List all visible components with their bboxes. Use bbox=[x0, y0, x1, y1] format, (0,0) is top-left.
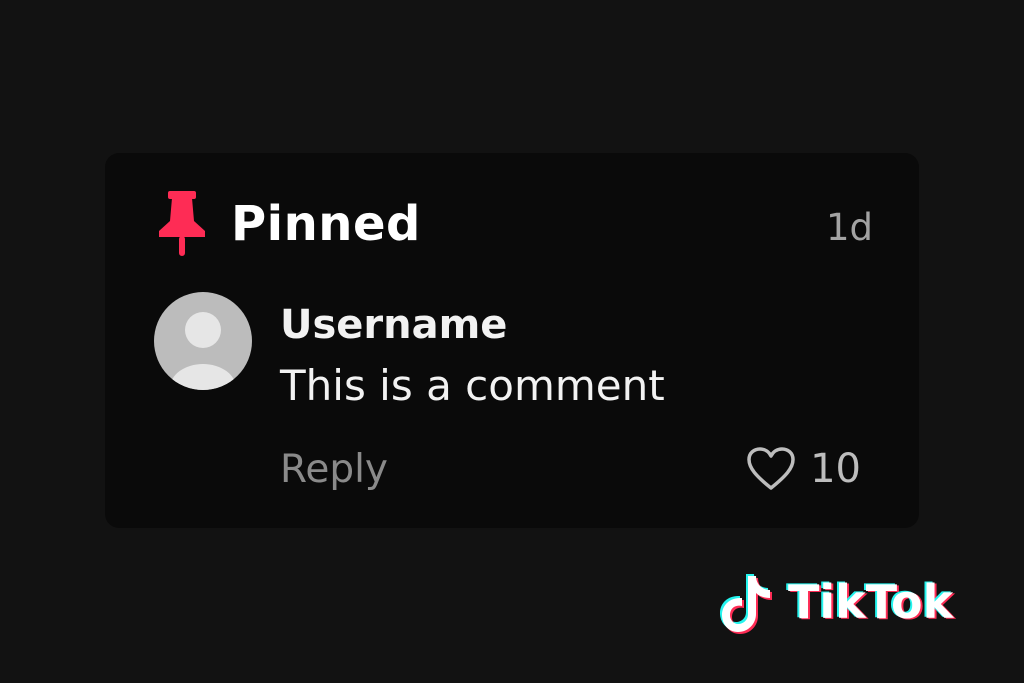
default-avatar-icon bbox=[170, 312, 236, 390]
reply-button[interactable]: Reply bbox=[280, 450, 388, 489]
comment-timestamp: 1d bbox=[825, 206, 873, 249]
heart-outline-icon[interactable] bbox=[746, 446, 796, 492]
pushpin-icon bbox=[157, 191, 207, 257]
pinned-comment-card: Pinned 1d Username This is a comment Rep… bbox=[105, 153, 919, 528]
comment-text: This is a comment bbox=[280, 361, 665, 410]
like-count: 10 bbox=[810, 446, 861, 492]
comment-username[interactable]: Username bbox=[280, 305, 507, 345]
tiktok-note-icon bbox=[716, 570, 774, 634]
screen: Pinned 1d Username This is a comment Rep… bbox=[0, 0, 1024, 683]
avatar[interactable] bbox=[154, 292, 252, 390]
tiktok-wordmark: TikTok bbox=[788, 575, 954, 629]
tiktok-logo: TikTok bbox=[716, 570, 953, 634]
pinned-header: Pinned bbox=[157, 191, 421, 257]
pinned-label: Pinned bbox=[231, 196, 421, 252]
like-button[interactable]: 10 bbox=[746, 446, 861, 492]
